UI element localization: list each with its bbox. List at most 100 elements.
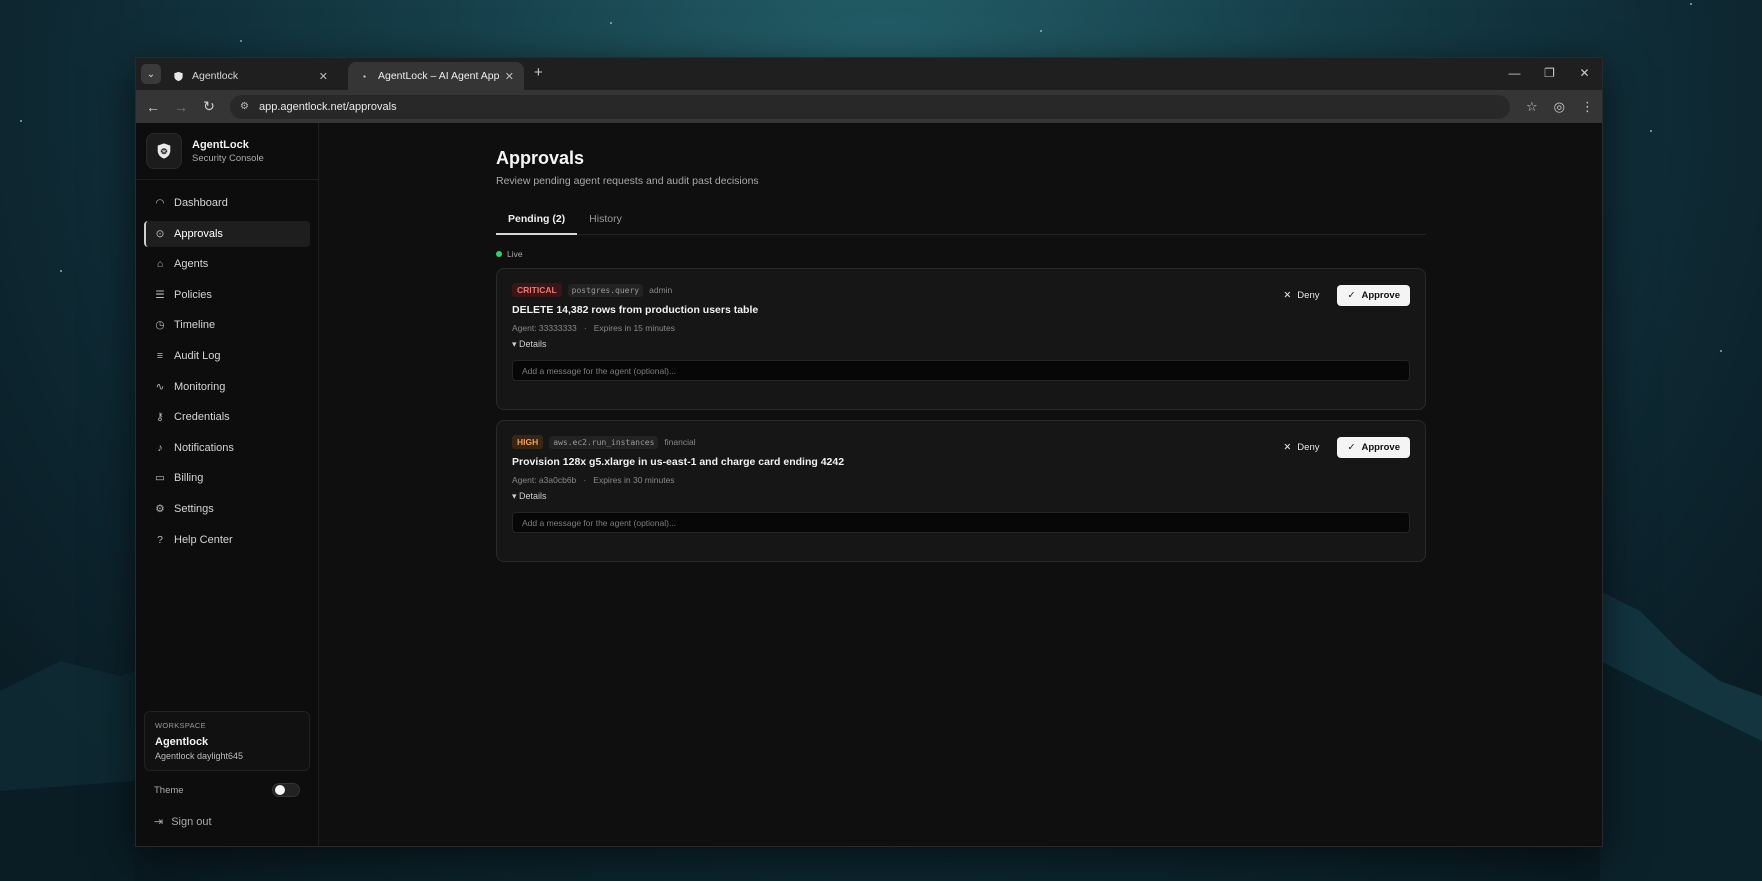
- x-icon: ✕: [1283, 290, 1292, 301]
- url-text: app.agentlock.net/approvals: [258, 100, 397, 113]
- app-root: AgentLock Security Console ◠ Dashboard ⊙ A…: [136, 123, 1602, 846]
- tool-tag: aws.ec2.run_instances: [549, 435, 659, 449]
- sidebar-item-label: Settings: [174, 502, 214, 515]
- check-icon: ✓: [1347, 442, 1356, 453]
- bookmark-star-icon[interactable]: ☆: [1526, 99, 1538, 115]
- deny-label: Deny: [1297, 442, 1320, 453]
- tab-history[interactable]: History: [577, 209, 634, 235]
- activity-icon: ∿: [155, 380, 165, 393]
- sidebar-item-agents[interactable]: ⌂ Agents: [144, 251, 310, 277]
- sidebar-nav: ◠ Dashboard ⊙ Approvals ⌂ Agents ☰ Policies …: [136, 180, 318, 553]
- url-field[interactable]: ⚙ app.agentlock.net/approvals: [230, 94, 1510, 119]
- sidebar-item-audit-log[interactable]: ≡ Audit Log: [144, 343, 310, 369]
- sidebar-item-label: Monitoring: [174, 380, 226, 393]
- deny-button[interactable]: ✕ Deny: [1275, 286, 1327, 305]
- gauge-icon: ◠: [155, 197, 165, 209]
- close-tab-icon[interactable]: ✕: [319, 70, 328, 83]
- new-tab-plus-icon[interactable]: +: [534, 64, 543, 81]
- severity-badge: HIGH: [512, 435, 544, 449]
- sidebar-item-notifications[interactable]: ♪ Notifications: [144, 435, 310, 461]
- workspace-card[interactable]: WORKSPACE Agentlock Agentlock daylight64…: [144, 711, 310, 771]
- request-meta: Agent: a3a0cb6b · Expires in 30 minutes: [512, 475, 675, 485]
- approvals-tabs: Pending (2) History: [496, 209, 1426, 235]
- help-icon: ?: [157, 533, 163, 546]
- sidebar-item-billing[interactable]: ▭ Billing: [144, 465, 310, 491]
- window-controls: — ❐ ✕: [1497, 58, 1602, 90]
- details-toggle[interactable]: ▾ Details: [512, 491, 1410, 502]
- forward-arrow-icon[interactable]: →: [174, 99, 188, 115]
- close-tab-icon[interactable]: ✕: [505, 70, 514, 83]
- restore-icon[interactable]: ❐: [1532, 58, 1567, 90]
- live-label: Live: [507, 249, 523, 259]
- brand: AgentLock Security Console: [136, 123, 318, 180]
- sidebar-item-label: Notifications: [174, 441, 234, 454]
- sidebar-item-policies[interactable]: ☰ Policies: [144, 282, 310, 308]
- brand-subtitle: Security Console: [192, 152, 264, 164]
- browser-menu-icon[interactable]: ⋮: [1581, 99, 1594, 115]
- sidebar-item-label: Billing: [174, 472, 204, 485]
- sidebar-item-label: Credentials: [174, 411, 230, 424]
- expiry-text: Expires in 30 minutes: [593, 475, 675, 485]
- browser-tab-approval[interactable]: AgentLock – AI Agent Approval ✕: [348, 62, 524, 90]
- agent-message-input[interactable]: [512, 360, 1410, 381]
- list-icon: ≡: [156, 349, 164, 362]
- approve-button[interactable]: ✓ Approve: [1337, 285, 1410, 306]
- workspace-name: Agentlock: [155, 736, 209, 748]
- sign-out-button[interactable]: ⇥ Sign out: [154, 815, 212, 829]
- tab-bar: ⌄ Agentlock ✕ AgentLock – AI Agent Appro…: [136, 58, 1602, 90]
- check-circle-icon: ⊙: [155, 227, 165, 240]
- live-dot-icon: [496, 251, 502, 257]
- sidebar-item-monitoring[interactable]: ∿ Monitoring: [144, 374, 310, 400]
- workspace-subtitle: Agentlock daylight645: [155, 751, 244, 761]
- globe-icon: [358, 70, 370, 82]
- browser-tab-title: AgentLock – AI Agent Approval: [378, 70, 499, 82]
- live-indicator: Live: [496, 249, 1426, 259]
- approve-button[interactable]: ✓ Approve: [1337, 437, 1410, 458]
- site-settings-icon[interactable]: ⚙: [240, 101, 249, 112]
- category-tag: admin: [649, 285, 673, 295]
- theme-toggle[interactable]: [272, 783, 300, 797]
- tab-pending[interactable]: Pending (2): [496, 209, 578, 235]
- deny-button[interactable]: ✕ Deny: [1275, 438, 1327, 457]
- sliders-icon: ☰: [155, 288, 165, 301]
- sign-out-label: Sign out: [171, 815, 212, 828]
- sidebar: AgentLock Security Console ◠ Dashboard ⊙ A…: [136, 123, 319, 846]
- tool-tag: postgres.query: [567, 283, 644, 297]
- robot-icon: ⌂: [156, 258, 164, 271]
- approve-label: Approve: [1361, 290, 1400, 301]
- workspace-label: WORKSPACE: [155, 721, 206, 730]
- sidebar-item-dashboard[interactable]: ◠ Dashboard: [144, 190, 310, 216]
- sidebar-item-help-center[interactable]: ? Help Center: [144, 527, 310, 553]
- sidebar-item-label: Policies: [174, 288, 212, 301]
- close-window-icon[interactable]: ✕: [1567, 58, 1602, 90]
- back-arrow-icon[interactable]: ←: [146, 99, 160, 115]
- sidebar-item-credentials[interactable]: ⚷ Credentials: [144, 404, 310, 430]
- sidebar-item-approvals[interactable]: ⊙ Approvals: [144, 220, 310, 247]
- sidebar-item-label: Approvals: [174, 227, 223, 240]
- profile-icon[interactable]: ◎: [1554, 99, 1565, 115]
- gear-icon: ⚙: [155, 502, 165, 515]
- agent-message-input[interactable]: [512, 512, 1410, 533]
- page-title: Approvals: [496, 148, 585, 168]
- main-content: Approvals Review pending agent requests …: [319, 123, 1602, 846]
- minimize-icon[interactable]: —: [1497, 58, 1532, 90]
- tab-search-button[interactable]: ⌄: [141, 64, 161, 84]
- browser-tab-agentlock[interactable]: Agentlock ✕: [162, 62, 338, 90]
- address-bar: ← → ↻ ⚙ app.agentlock.net/approvals ☆ ◎ …: [136, 90, 1602, 123]
- sidebar-item-timeline[interactable]: ◷ Timeline: [144, 312, 310, 338]
- request-meta: Agent: 33333333 · Expires in 15 minutes: [512, 323, 676, 333]
- sidebar-item-label: Timeline: [174, 319, 216, 332]
- browser-tab-title: Agentlock: [192, 70, 239, 82]
- details-toggle[interactable]: ▾ Details: [512, 339, 1410, 350]
- approve-label: Approve: [1361, 442, 1400, 453]
- sidebar-item-label: Agents: [174, 258, 209, 271]
- sidebar-item-settings[interactable]: ⚙ Settings: [144, 496, 310, 522]
- agentlock-logo-icon: [146, 133, 182, 169]
- sidebar-item-label: Dashboard: [174, 197, 228, 209]
- brand-name: AgentLock: [192, 138, 249, 151]
- key-icon: ⚷: [156, 411, 164, 424]
- check-icon: ✓: [1347, 290, 1356, 301]
- theme-label: Theme: [154, 784, 184, 796]
- reload-icon[interactable]: ↻: [202, 98, 216, 115]
- category-tag: financial: [664, 437, 696, 447]
